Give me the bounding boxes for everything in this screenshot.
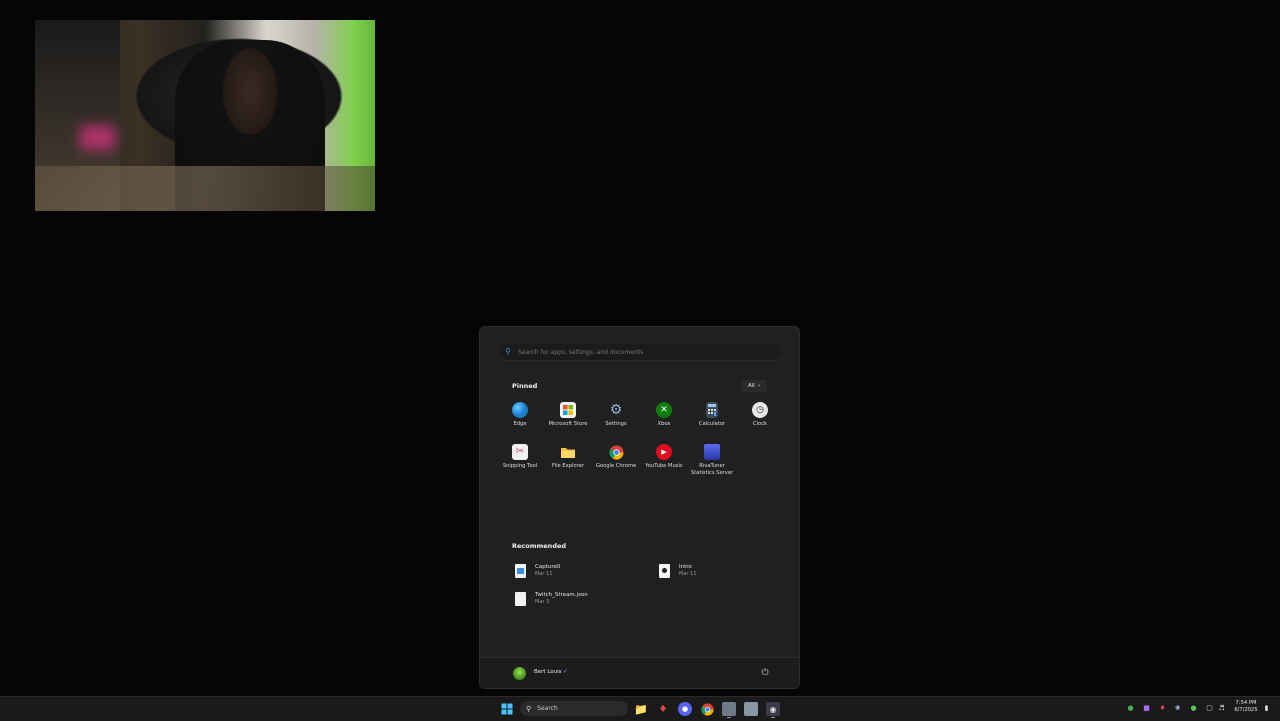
store-glyph bbox=[563, 405, 573, 415]
pinned-app-label: Calculator bbox=[698, 421, 726, 427]
gear-icon: ⚙ bbox=[609, 402, 623, 418]
chrome-icon[interactable] bbox=[700, 702, 714, 716]
video-file-glyph bbox=[662, 568, 667, 573]
webcam-light bbox=[80, 125, 115, 150]
microphone-icon[interactable]: ● bbox=[1189, 704, 1198, 713]
pinned-app-xbox[interactable]: ✕ Xbox bbox=[640, 402, 688, 428]
recommended-item-date: Mar 11 bbox=[679, 571, 697, 577]
pinned-app-file-explorer[interactable]: File Explorer bbox=[544, 444, 592, 470]
steam-icon[interactable]: ❀ bbox=[1173, 704, 1182, 713]
clock-time: 7:54 PM bbox=[1235, 700, 1257, 706]
pinned-app-youtube-music[interactable]: ▶ YouTube Music bbox=[640, 444, 688, 470]
taskbar-search[interactable]: ⚲ Search bbox=[520, 701, 628, 716]
pinned-app-label: File Explorer bbox=[552, 463, 584, 469]
clock-date: 6/7/2025 bbox=[1234, 707, 1258, 713]
avatar[interactable] bbox=[513, 667, 526, 680]
chrome-glyph bbox=[700, 702, 714, 716]
webcam-floor bbox=[35, 166, 375, 211]
document-icon bbox=[515, 592, 526, 606]
taskbar-search-label: Search bbox=[537, 705, 558, 712]
pinned-app-settings[interactable]: ⚙ Settings bbox=[592, 402, 640, 428]
pinned-app-label: Xbox bbox=[657, 421, 671, 427]
power-icon[interactable]: ⏻ bbox=[759, 667, 771, 679]
scissors-icon: ✂ bbox=[512, 444, 528, 460]
taskbar-clock[interactable]: 7:54 PM 6/7/2025 bbox=[1230, 700, 1262, 714]
clock-icon: ◷ bbox=[752, 402, 768, 418]
checkmark-icon: ✓ bbox=[563, 668, 569, 675]
pinned-app-google-chrome[interactable]: Google Chrome bbox=[592, 444, 640, 470]
recommended-item-date: Mar 11 bbox=[535, 571, 553, 577]
start-search-box[interactable]: ⚲ bbox=[500, 344, 781, 361]
recommended-item-intro[interactable]: Intro Mar 11 bbox=[659, 564, 696, 578]
rivatuner-icon bbox=[704, 444, 720, 460]
recommended-item-twitch-stream[interactable]: Twitch_Stream.json Mar 3 bbox=[515, 592, 588, 606]
network-icon[interactable]: ▢ bbox=[1205, 704, 1214, 713]
app-window-icon[interactable] bbox=[722, 702, 736, 716]
file-explorer-icon[interactable]: 📁 bbox=[634, 702, 648, 716]
video-file-icon bbox=[659, 564, 670, 578]
user-name[interactable]: Bert Louis bbox=[534, 669, 562, 675]
pinned-app-microsoft-store[interactable]: Microsoft Store bbox=[544, 402, 592, 428]
recommended-title: Recommended bbox=[512, 542, 567, 550]
start-search-input[interactable] bbox=[518, 348, 758, 356]
pinned-app-snipping-tool[interactable]: ✂ Snipping Tool bbox=[496, 444, 544, 470]
start-menu: ⚲ Pinned All › Edge Microsoft Store ⚙ bbox=[479, 326, 800, 689]
pinned-app-rivatuner[interactable]: RivaTuner Statistics Server bbox=[688, 444, 736, 477]
search-icon: ⚲ bbox=[505, 347, 511, 356]
windows-logo-glyph bbox=[501, 703, 513, 715]
webcam-overlay bbox=[35, 20, 375, 211]
pinned-app-label: Microsoft Store bbox=[548, 421, 588, 427]
recommended-item-meta: Twitch_Stream.json Mar 3 bbox=[535, 592, 588, 606]
edge-icon bbox=[512, 402, 528, 418]
folder-icon bbox=[560, 444, 576, 460]
youtube-music-icon: ▶ bbox=[656, 444, 672, 460]
calculator-icon bbox=[706, 402, 718, 418]
all-apps-button[interactable]: All › bbox=[741, 380, 767, 392]
recommended-item-meta: Intro Mar 11 bbox=[679, 564, 696, 578]
recommended-item-date: Mar 3 bbox=[535, 599, 550, 605]
chevron-right-icon: › bbox=[757, 383, 761, 389]
running-indicator bbox=[727, 717, 731, 718]
chrome-icon bbox=[608, 444, 624, 460]
running-indicator bbox=[771, 717, 775, 718]
xbox-icon: ✕ bbox=[656, 402, 672, 418]
pinned-app-label: Google Chrome bbox=[595, 463, 637, 469]
windows-start-icon[interactable] bbox=[500, 702, 514, 716]
pinned-app-label: RivaTuner Statistics Server bbox=[690, 463, 734, 476]
pinned-app-label: Clock bbox=[752, 421, 768, 427]
image-file-icon bbox=[515, 564, 526, 578]
folder-glyph bbox=[561, 447, 575, 458]
pinned-title: Pinned bbox=[512, 382, 538, 390]
search-icon: ⚲ bbox=[526, 704, 532, 713]
app-window-icon-2[interactable] bbox=[744, 702, 758, 716]
notification-icon[interactable]: ▮ bbox=[1262, 704, 1271, 713]
discord-icon[interactable]: ● bbox=[678, 702, 692, 716]
tray-icon-1[interactable]: ● bbox=[1126, 704, 1135, 713]
pinned-app-label: Edge bbox=[513, 421, 527, 427]
tray-icon-3[interactable]: ♦ bbox=[1158, 704, 1167, 713]
pinned-app-clock[interactable]: ◷ Clock bbox=[736, 402, 784, 428]
calculator-glyph bbox=[708, 404, 716, 416]
chrome-glyph bbox=[608, 444, 624, 460]
taskbar: ⚲ Search 📁 ♦ ● ◉ ● ■ ♦ ❀ ● ▢ ♬ 7:54 PM 6… bbox=[0, 696, 1280, 721]
start-menu-footer: Bert Louis ✓ ⏻ bbox=[480, 657, 799, 688]
recommended-item-name: Twitch_Stream.json bbox=[535, 592, 588, 598]
recommended-item-capture0[interactable]: Capture0 Mar 11 bbox=[515, 564, 560, 578]
obs-icon[interactable]: ◉ bbox=[766, 702, 780, 716]
pinned-app-label: Snipping Tool bbox=[502, 463, 538, 469]
tray-icon-2[interactable]: ■ bbox=[1142, 704, 1151, 713]
pinned-app-label: Settings bbox=[605, 421, 627, 427]
all-apps-label: All bbox=[747, 383, 755, 389]
recommended-item-name: Intro bbox=[679, 564, 692, 570]
store-icon bbox=[560, 402, 576, 418]
image-file-glyph bbox=[517, 568, 524, 574]
volume-icon[interactable]: ♬ bbox=[1217, 704, 1226, 713]
recommended-item-meta: Capture0 Mar 11 bbox=[535, 564, 560, 578]
pinned-app-calculator[interactable]: Calculator bbox=[688, 402, 736, 428]
pinned-app-label: YouTube Music bbox=[645, 463, 683, 469]
recommended-item-name: Capture0 bbox=[535, 564, 561, 570]
microphone-app-icon[interactable]: ♦ bbox=[656, 702, 670, 716]
pinned-app-edge[interactable]: Edge bbox=[496, 402, 544, 428]
